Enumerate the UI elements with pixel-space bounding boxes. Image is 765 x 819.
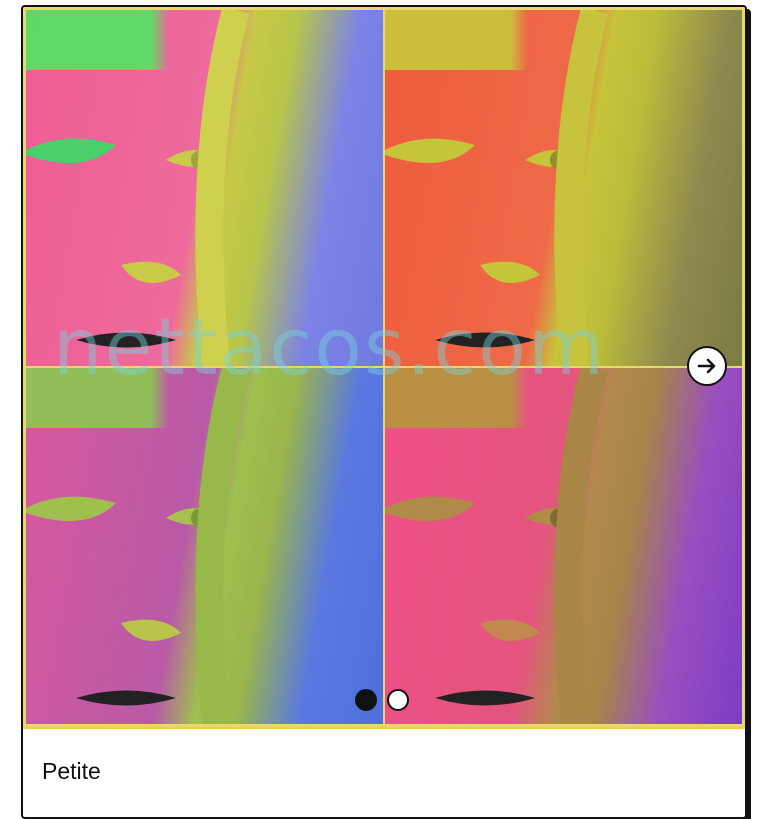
pop-art-quadrant-1 xyxy=(26,10,383,366)
pop-art-quadrant-2 xyxy=(385,10,742,366)
next-slide-button[interactable] xyxy=(687,346,727,386)
face-artwork xyxy=(385,368,609,724)
pop-art-quadrant-4 xyxy=(385,368,742,724)
product-image[interactable]: nettacos.com xyxy=(23,7,745,729)
slide-indicator xyxy=(355,689,409,711)
pop-art-quadrant-3 xyxy=(26,368,383,724)
face-artwork xyxy=(26,10,250,366)
face-artwork xyxy=(26,368,250,724)
product-card[interactable]: nettacos.com Petite xyxy=(21,5,747,819)
product-title[interactable]: Petite xyxy=(42,758,101,785)
arrow-right-icon xyxy=(697,358,716,374)
slide-dot-1[interactable] xyxy=(355,689,377,711)
face-artwork xyxy=(385,10,609,366)
slide-dot-2[interactable] xyxy=(387,689,409,711)
